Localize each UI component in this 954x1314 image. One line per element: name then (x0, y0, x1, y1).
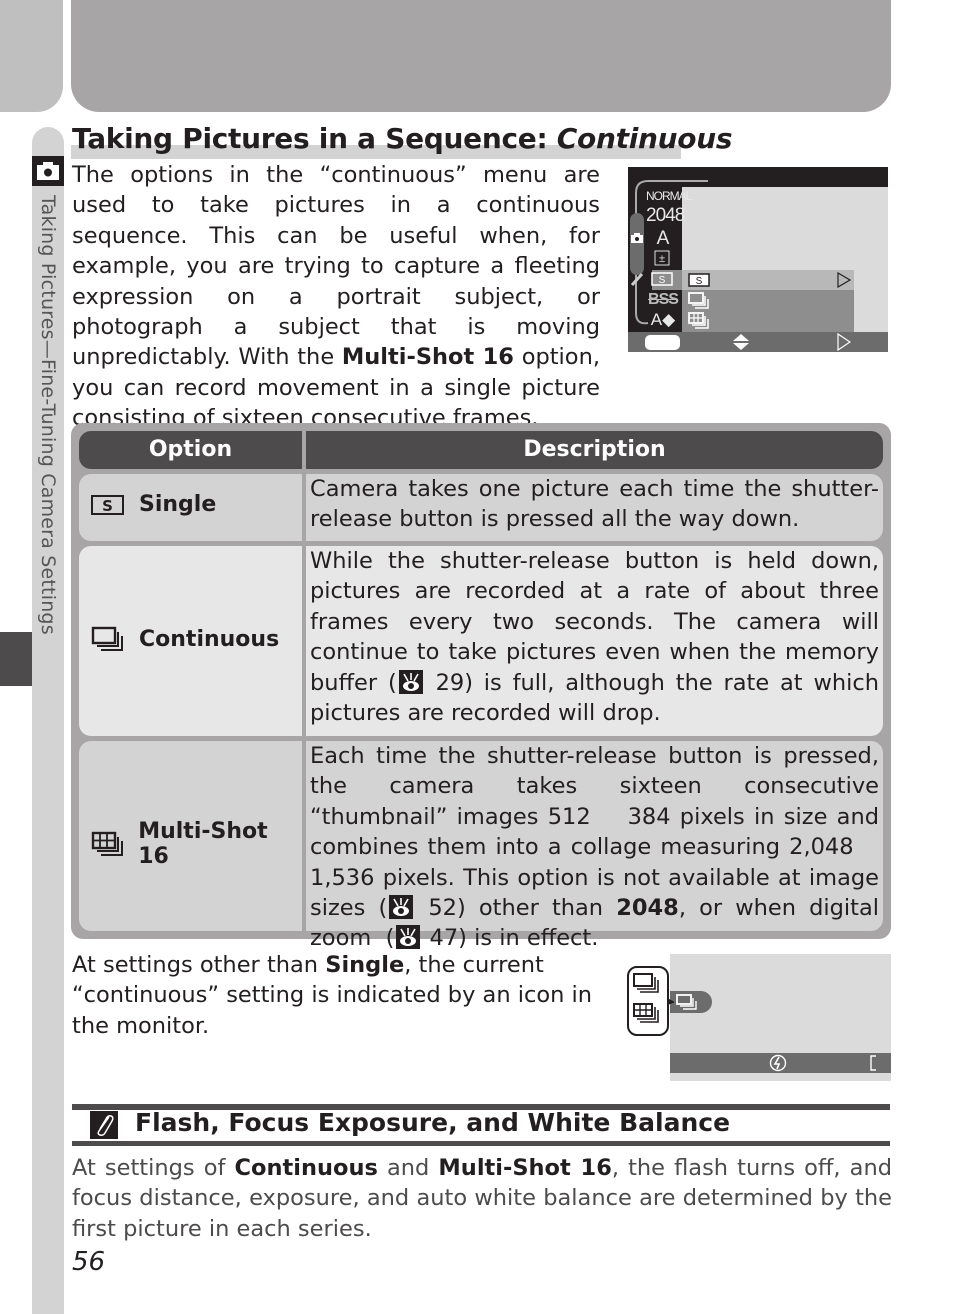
title-main: Taking Pictures in a Sequence: (72, 122, 557, 155)
paperclip-icon (90, 1111, 118, 1139)
title-emphasis: Continuous (556, 122, 733, 155)
description-text: While the shutter-release button is held… (310, 546, 879, 728)
svg-text:S: S (659, 275, 666, 286)
description-part: ) is in effect. (458, 925, 599, 952)
para-text-1: At settings other than (72, 952, 326, 978)
note-bold-2: Multi-Shot 16 (438, 1155, 612, 1181)
image-quality-label: NORMAL (646, 189, 692, 203)
menu-right-area (854, 270, 888, 332)
up-down-arrows-icon (733, 334, 749, 350)
header-left-block (0, 0, 63, 112)
menu-bottom-bar (628, 332, 888, 352)
right-arrow-icon (837, 333, 851, 351)
sharpening-label: A◆ (650, 310, 676, 329)
option-label: Continuous (139, 626, 280, 652)
exposure-comp-icon: ± (654, 250, 670, 266)
side-tab-label: Taking Pictures—Fine-Tuning Camera Setti… (37, 195, 59, 635)
continuous-icon (633, 973, 659, 993)
table-row-single-option: S Single (79, 474, 302, 541)
single-frame-icon: S (91, 494, 124, 515)
focus-bracket-icon (870, 1055, 876, 1071)
header-option-label: Option (148, 437, 233, 462)
flash-off-icon (769, 1054, 787, 1072)
right-arrow-icon (837, 272, 851, 288)
continuous-icon (676, 994, 697, 1010)
continuous-icon (91, 626, 123, 651)
para-bold: Single (325, 952, 405, 978)
page-title: Taking Pictures in a Sequence: Continuou… (72, 122, 733, 155)
note-text-2: and (377, 1155, 439, 1181)
intro-bold: Multi-Shot 16 (341, 344, 514, 371)
note-bottom-rule (72, 1141, 890, 1146)
intro-text-1: The options in the “continuous” menu are… (72, 162, 600, 371)
white-balance-label: A (656, 228, 670, 249)
camera-icon (32, 156, 64, 186)
table-row-continuous-option: Continuous (79, 546, 302, 736)
page-reference-link[interactable]: 47 (430, 925, 459, 951)
menu-left-column: NORMAL 2048 A ± S BSS A◆ (628, 167, 708, 332)
note-title: Flash, Focus Exposure, and White Balance (135, 1108, 731, 1137)
table-row-continuous-description: While the shutter-release button is held… (306, 546, 883, 736)
header-description-label: Description (523, 437, 666, 462)
monitor-status-bar (670, 1053, 891, 1073)
mode-icons-callout (627, 966, 669, 1036)
multi-shot-icon (91, 831, 123, 856)
option-label: Single (139, 492, 217, 517)
bss-label: BSS (648, 291, 679, 308)
option-label: Multi-Shot 16 (138, 819, 268, 869)
description-part: ) other than (457, 895, 617, 922)
multi-shot-icon (633, 1003, 659, 1023)
page-reference-icon (389, 895, 414, 920)
page-reference-link[interactable]: 52 (428, 895, 457, 921)
description-text: Camera takes one picture each time the s… (310, 476, 879, 533)
svg-text:±: ± (659, 253, 665, 265)
section-tab-marker (0, 632, 32, 686)
note-text-1: At settings of (72, 1155, 235, 1181)
description-bold: 2048 (616, 895, 679, 922)
page-number: 56 (72, 1247, 106, 1277)
page-reference-link[interactable]: 29 (436, 670, 465, 696)
header-option: Option (79, 431, 302, 469)
monitor-indicator-paragraph: At settings other than Single, the curre… (72, 950, 600, 1041)
page-reference-icon (398, 669, 423, 694)
table-row-multishot-description: Each time the shutter-release button is … (306, 741, 883, 951)
single-frame-icon: S (651, 272, 673, 286)
menu-button[interactable] (645, 335, 680, 350)
intro-paragraph: The options in the “continuous” menu are… (72, 160, 600, 434)
camera-icon (631, 233, 643, 243)
header-description: Description (306, 431, 883, 469)
setup-wrench-icon (630, 272, 644, 287)
table-row-multishot-option: Multi-Shot 16 (79, 741, 302, 931)
page-reference-icon (396, 925, 421, 950)
image-size-label: 2048 (646, 205, 685, 226)
continuous-indicator (670, 991, 712, 1013)
note-body: At settings of Continuous and Multi-Shot… (72, 1153, 892, 1244)
note-bold-1: Continuous (234, 1155, 378, 1181)
table-row-single-description: Camera takes one picture each time the s… (306, 474, 883, 541)
svg-text:S: S (102, 497, 113, 515)
description-text: Each time the shutter-release button is … (310, 741, 879, 954)
header-banner (71, 0, 891, 112)
